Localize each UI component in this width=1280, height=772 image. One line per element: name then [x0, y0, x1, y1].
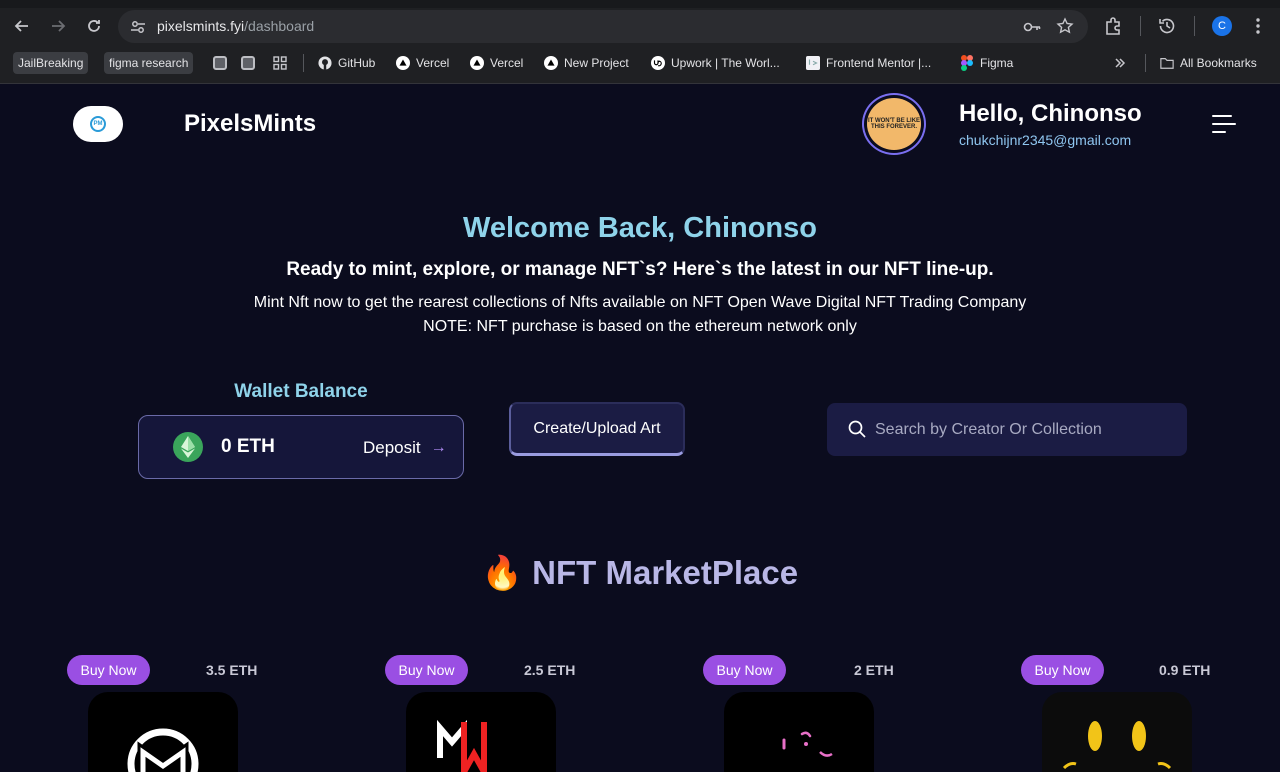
bookmark-item[interactable]: GitHub	[318, 52, 375, 74]
reload-icon[interactable]	[82, 14, 106, 38]
bookmark-label: Upwork | The Worl...	[671, 56, 780, 70]
bookmark-item[interactable]: Upwork | The Worl...	[651, 52, 780, 74]
nft-card: Buy Now 2 ETH	[703, 655, 903, 772]
buy-now-button[interactable]: Buy Now	[703, 655, 786, 685]
bookmark-label: New Project	[564, 56, 629, 70]
folder-icon	[1160, 56, 1174, 70]
address-bar[interactable]: pixelsmints.fyi/dashboard	[118, 10, 1088, 43]
nft-image[interactable]	[88, 692, 238, 772]
bookmark-item[interactable]: New Project	[544, 52, 629, 74]
site-settings-icon[interactable]	[129, 18, 147, 36]
url-text[interactable]: pixelsmints.fyi/dashboard	[157, 18, 314, 34]
nft-card: Buy Now 2.5 ETH	[385, 655, 585, 772]
forward-icon[interactable]	[46, 14, 70, 38]
history-icon[interactable]	[1157, 16, 1177, 36]
bookmark-item[interactable]	[241, 52, 255, 74]
all-bookmarks-label: All Bookmarks	[1180, 56, 1257, 70]
wallet-balance: 0 ETH	[221, 436, 275, 457]
apps-grid-icon[interactable]	[272, 52, 288, 74]
bookmark-label: Vercel	[416, 56, 450, 70]
bookmark-item[interactable]: figma research	[104, 52, 194, 74]
bookmark-label: GitHub	[338, 56, 376, 70]
blank-page-icon	[213, 56, 227, 70]
extensions-icon[interactable]	[1104, 16, 1124, 36]
bookmarks-divider	[1145, 54, 1146, 72]
site-logo[interactable]: PM	[73, 106, 123, 142]
bookmark-label: Vercel	[490, 56, 524, 70]
buy-now-button[interactable]: Buy Now	[1021, 655, 1104, 685]
hamburger-menu-icon[interactable]	[1212, 114, 1238, 134]
blank-page-icon	[241, 56, 255, 70]
avatar-image: IT WON'T BE LIKE THIS FOREVER.	[867, 98, 921, 150]
nft-card: Buy Now 3.5 ETH	[67, 655, 267, 772]
deposit-label: Deposit	[363, 438, 421, 457]
marketplace-heading: 🔥 NFT MarketPlace	[0, 554, 1280, 593]
back-icon[interactable]	[10, 14, 34, 38]
vercel-icon	[470, 56, 484, 70]
user-email: chukchijnr2345@gmail.com	[959, 132, 1132, 148]
bookmark-label: figma research	[109, 56, 189, 70]
nft-image[interactable]	[406, 692, 556, 772]
bookmarks-overflow-icon[interactable]	[1113, 52, 1127, 74]
bookmark-label: JailBreaking	[18, 56, 84, 70]
hero-subtitle: Ready to mint, explore, or manage NFT`s?…	[286, 259, 994, 280]
nft-card: Buy Now 0.9 ETH	[1021, 655, 1221, 772]
nft-price: 2 ETH	[854, 662, 894, 678]
dashboard-page: PM PixelsMints IT WON'T BE LIKE THIS FOR…	[0, 84, 1280, 772]
search-box[interactable]	[827, 403, 1187, 456]
profile-avatar[interactable]: C	[1212, 16, 1232, 36]
arrow-right-icon: →	[430, 439, 447, 456]
search-icon	[848, 420, 866, 438]
nft-price: 2.5 ETH	[524, 662, 576, 678]
bookmark-star-icon[interactable]	[1056, 17, 1074, 35]
ethereum-icon	[173, 432, 203, 462]
wallet-title: Wallet Balance	[234, 381, 368, 402]
user-greeting: Hello, Chinonso	[959, 100, 1142, 127]
brand-name[interactable]: PixelsMints	[184, 110, 316, 138]
fire-icon: 🔥	[481, 554, 523, 591]
password-key-icon[interactable]	[1022, 18, 1042, 36]
bookmark-item[interactable]	[213, 52, 227, 74]
more-menu-icon[interactable]	[1250, 16, 1266, 36]
all-bookmarks-folder[interactable]: All Bookmarks	[1160, 52, 1257, 74]
toolbar-divider	[1194, 16, 1195, 36]
url-domain: pixelsmints.fyi	[157, 18, 245, 34]
figma-icon	[960, 55, 974, 71]
vercel-icon	[544, 56, 558, 70]
nft-price: 0.9 ETH	[1159, 662, 1211, 678]
nft-image[interactable]	[1042, 692, 1192, 772]
bookmark-label: Figma	[980, 56, 1014, 70]
buy-now-button[interactable]: Buy Now	[385, 655, 468, 685]
create-upload-art-button[interactable]: Create/Upload Art	[509, 402, 685, 456]
nft-price: 3.5 ETH	[206, 662, 258, 678]
browser-chrome: pixelsmints.fyi/dashboard C JailBreaking…	[0, 0, 1280, 84]
hero-note: NOTE: NFT purchase is based on the ether…	[423, 318, 857, 335]
bookmarks-bar: JailBreaking figma research GitHub Verce…	[0, 52, 1280, 74]
bookmark-item[interactable]: Frontend Mentor |...	[806, 52, 931, 74]
url-path: /dashboard	[244, 18, 315, 34]
bookmark-item[interactable]: Figma	[960, 52, 1013, 74]
bookmark-item[interactable]: Vercel	[396, 52, 449, 74]
bookmark-label: Frontend Mentor |...	[826, 56, 932, 70]
search-input[interactable]	[875, 403, 1175, 456]
hero-description: Mint Nft now to get the rearest collecti…	[253, 294, 1027, 311]
github-icon	[318, 56, 332, 70]
wallet-card: 0 ETH Deposit →	[138, 415, 464, 479]
bookmarks-divider	[303, 54, 304, 72]
nft-image[interactable]	[724, 692, 874, 772]
upwork-icon	[651, 56, 665, 70]
user-avatar[interactable]: IT WON'T BE LIKE THIS FOREVER.	[862, 93, 926, 155]
welcome-heading: Welcome Back, Chinonso	[463, 212, 817, 244]
logo-mark-icon: PM	[90, 116, 106, 132]
tab-strip	[0, 0, 1280, 8]
bookmark-item[interactable]: Vercel	[470, 52, 523, 74]
bookmark-item[interactable]: JailBreaking	[13, 52, 89, 74]
marketplace-title: NFT MarketPlace	[532, 554, 799, 591]
toolbar-divider	[1140, 16, 1141, 36]
buy-now-button[interactable]: Buy Now	[67, 655, 150, 685]
vercel-icon	[396, 56, 410, 70]
frontend-mentor-icon	[806, 56, 820, 70]
deposit-button[interactable]: Deposit →	[363, 438, 447, 458]
